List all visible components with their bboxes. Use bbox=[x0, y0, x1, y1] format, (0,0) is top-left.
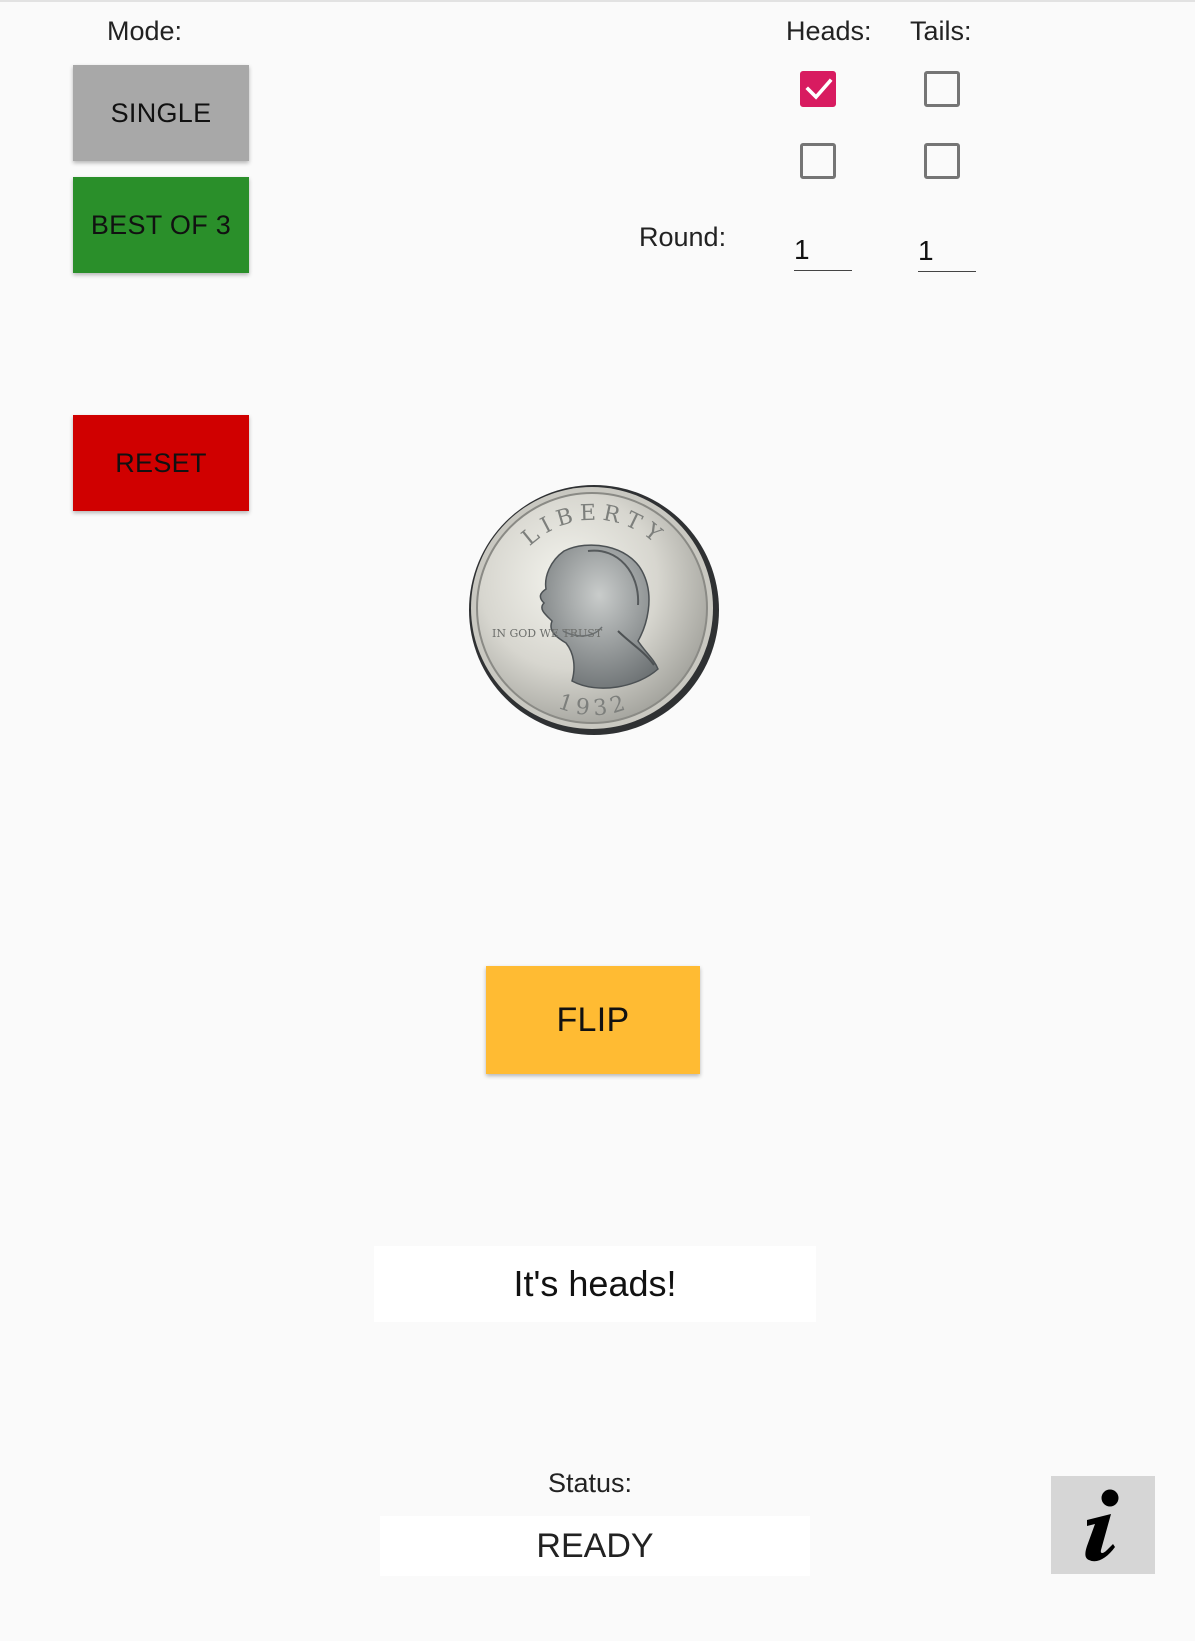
round-label: Round: bbox=[639, 222, 727, 252]
flip-button[interactable]: FLIP bbox=[486, 966, 700, 1074]
tails-round-value: 1 bbox=[918, 235, 934, 266]
mode-label: Mode: bbox=[107, 16, 183, 46]
top-divider bbox=[0, 0, 1195, 2]
tails-round-field[interactable]: 1 bbox=[918, 230, 976, 272]
status-box: READY bbox=[380, 1516, 810, 1576]
heads-label: Heads: bbox=[786, 16, 872, 46]
tails-round-2-checkbox[interactable] bbox=[924, 143, 960, 179]
result-box: It's heads! bbox=[374, 1246, 816, 1322]
info-icon bbox=[1085, 1489, 1119, 1562]
single-button[interactable]: SINGLE bbox=[73, 65, 249, 161]
info-button[interactable] bbox=[1051, 1476, 1155, 1574]
heads-round-field[interactable]: 1 bbox=[794, 229, 852, 271]
coin-motto: IN GOD WE TRUST bbox=[492, 627, 603, 640]
best-of-3-button[interactable]: BEST OF 3 bbox=[73, 177, 249, 273]
heads-round-value: 1 bbox=[794, 234, 810, 265]
heads-round-1-checkbox[interactable] bbox=[800, 71, 836, 107]
result-text: It's heads! bbox=[513, 1263, 677, 1304]
coin-image: LIBERTY IN GOD WE TRUST 1932 bbox=[468, 481, 720, 739]
status-label: Status: bbox=[548, 1468, 633, 1498]
check-icon bbox=[805, 78, 833, 100]
reset-button[interactable]: RESET bbox=[73, 415, 249, 511]
tails-round-1-checkbox[interactable] bbox=[924, 71, 960, 107]
heads-round-2-checkbox[interactable] bbox=[800, 143, 836, 179]
tails-label: Tails: bbox=[910, 16, 972, 46]
status-value: READY bbox=[536, 1526, 654, 1565]
